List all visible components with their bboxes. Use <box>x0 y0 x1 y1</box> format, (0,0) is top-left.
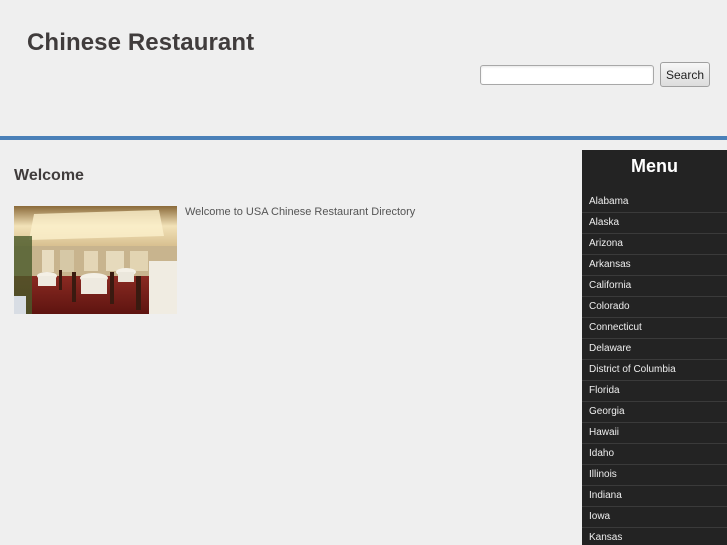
menu-item-connecticut[interactable]: Connecticut <box>582 318 727 339</box>
menu-list: Alabama Alaska Arizona Arkansas Californ… <box>582 192 727 545</box>
menu-item-arkansas[interactable]: Arkansas <box>582 255 727 276</box>
menu-item-georgia[interactable]: Georgia <box>582 402 727 423</box>
menu-item-iowa[interactable]: Iowa <box>582 507 727 528</box>
menu-title: Menu <box>631 156 678 176</box>
header-divider <box>0 136 727 140</box>
menu-item-california[interactable]: California <box>582 276 727 297</box>
search-form: Search <box>480 62 711 87</box>
menu-item-hawaii[interactable]: Hawaii <box>582 423 727 444</box>
menu-item-alabama[interactable]: Alabama <box>582 192 727 213</box>
menu-item-delaware[interactable]: Delaware <box>582 339 727 360</box>
restaurant-photo-illustration <box>14 206 177 314</box>
page: Chinese Restaurant Search Welcome Welcom… <box>0 0 727 545</box>
menu-item-indiana[interactable]: Indiana <box>582 486 727 507</box>
welcome-intro-text: Welcome to USA Chinese Restaurant Direct… <box>185 206 416 218</box>
menu-item-idaho[interactable]: Idaho <box>582 444 727 465</box>
site-title[interactable]: Chinese Restaurant <box>27 29 254 57</box>
search-input[interactable] <box>480 64 654 85</box>
menu-item-colorado[interactable]: Colorado <box>582 297 727 318</box>
menu-item-illinois[interactable]: Illinois <box>582 465 727 486</box>
menu-item-arizona[interactable]: Arizona <box>582 234 727 255</box>
state-menu: Menu Alabama Alaska Arizona Arkansas Cal… <box>582 150 727 545</box>
menu-item-florida[interactable]: Florida <box>582 381 727 402</box>
welcome-heading: Welcome <box>14 167 84 184</box>
menu-item-kansas[interactable]: Kansas <box>582 528 727 545</box>
menu-item-district-of-columbia[interactable]: District of Columbia <box>582 360 727 381</box>
menu-item-alaska[interactable]: Alaska <box>582 213 727 234</box>
search-button[interactable]: Search <box>660 62 711 87</box>
restaurant-photo <box>14 206 177 314</box>
